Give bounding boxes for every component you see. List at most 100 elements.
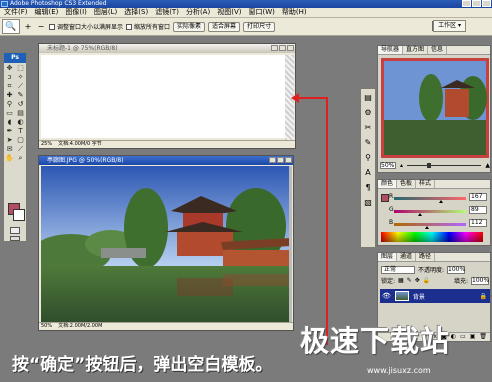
path-selection-tool-icon[interactable]: ➤: [4, 136, 15, 145]
blue-value-field[interactable]: 112: [469, 219, 487, 227]
shape-tool-icon[interactable]: ▢: [15, 136, 26, 145]
eyedropper-tool-icon[interactable]: ⟋: [15, 145, 26, 154]
blank-document-title-bar[interactable]: 未标题-1 @ 75%(RGB/8): [39, 44, 295, 53]
green-value-field[interactable]: 89: [469, 206, 487, 214]
resize-windows-checkbox[interactable]: 调整窗口大小以满屏显示: [49, 22, 123, 31]
photo-document-window[interactable]: 亭廊图.JPG @ 50%(RGB/8) 50% 文档:2.00M/2.00M: [38, 155, 294, 331]
zoom-in-small-icon[interactable]: ▲: [485, 161, 490, 170]
minimize-icon[interactable]: [271, 45, 278, 51]
paragraph-panel-icon[interactable]: ¶: [361, 182, 375, 194]
menu-analysis[interactable]: 分析(A): [186, 8, 210, 17]
fill-field[interactable]: 100%: [471, 276, 489, 285]
adjustment-layer-icon[interactable]: ◐: [451, 333, 456, 341]
print-size-button[interactable]: 打印尺寸: [243, 21, 276, 32]
pavilion-photo[interactable]: [41, 166, 291, 322]
menu-help[interactable]: 帮助(H): [282, 8, 307, 17]
brush-tool-icon[interactable]: ✎: [15, 91, 26, 100]
green-slider[interactable]: [394, 210, 466, 216]
pen-tool-icon[interactable]: ✒: [4, 127, 15, 136]
opacity-field[interactable]: 100%: [447, 265, 465, 274]
photo-vertical-scrollbar[interactable]: [289, 166, 292, 322]
move-tool-icon[interactable]: ✥: [4, 64, 15, 73]
blue-slider[interactable]: [394, 223, 466, 229]
menu-image[interactable]: 图像(I): [65, 8, 87, 17]
clone-stamp-tool-icon[interactable]: ⚲: [4, 100, 15, 109]
slice-tool-icon[interactable]: ⟋: [15, 82, 26, 91]
lock-all-icon[interactable]: 🔒: [423, 277, 430, 284]
color-fg-swatch[interactable]: [381, 194, 389, 202]
tab-channels[interactable]: 通道: [397, 253, 417, 261]
quick-mask-icon[interactable]: [10, 227, 20, 234]
new-layer-icon[interactable]: ▣: [470, 333, 476, 341]
maximize-icon[interactable]: [279, 45, 286, 51]
blank-document-window[interactable]: 未标题-1 @ 75%(RGB/8) 25% 文档:4.00M/0 字节: [38, 43, 296, 149]
menu-view[interactable]: 视图(V): [217, 8, 241, 17]
history-brush-tool-icon[interactable]: ↺: [15, 100, 26, 109]
menu-select[interactable]: 选择(S): [124, 8, 148, 17]
crop-tool-icon[interactable]: ⌗: [4, 82, 15, 91]
clone-source-panel-icon[interactable]: ⚲: [361, 152, 375, 164]
checkbox-icon[interactable]: [49, 23, 55, 30]
navigator-thumbnail[interactable]: [381, 58, 489, 158]
red-slider[interactable]: [394, 197, 466, 203]
tab-info[interactable]: 信息: [428, 46, 448, 54]
minimize-icon[interactable]: [269, 157, 276, 163]
type-tool-icon[interactable]: T: [15, 127, 26, 136]
zoom-tool-icon[interactable]: ⌕: [15, 154, 26, 163]
tab-paths[interactable]: 路径: [416, 253, 436, 261]
eye-icon[interactable]: 👁: [382, 292, 391, 300]
tab-color[interactable]: 颜色: [378, 180, 398, 188]
menu-layer[interactable]: 图层(L): [94, 8, 117, 17]
tab-styles[interactable]: 样式: [416, 180, 436, 188]
tab-swatches[interactable]: 色板: [397, 180, 417, 188]
actual-pixels-button[interactable]: 实际像素: [173, 21, 206, 32]
menu-filter[interactable]: 滤镜(T): [155, 8, 179, 17]
background-color-swatch[interactable]: [13, 209, 25, 221]
character-panel-icon[interactable]: A: [361, 167, 375, 179]
maximize-icon[interactable]: [277, 157, 284, 163]
color-spectrum-bar[interactable]: [381, 232, 483, 242]
red-value-field[interactable]: 167: [469, 193, 487, 201]
hand-tool-icon[interactable]: ✋: [4, 154, 15, 163]
navigator-zoom-slider[interactable]: [407, 163, 482, 168]
close-icon[interactable]: [285, 157, 292, 163]
actions-panel-icon[interactable]: ⚙: [361, 107, 375, 119]
zoom-in-button[interactable]: +: [23, 21, 33, 32]
lock-paint-icon[interactable]: ✎: [407, 277, 412, 284]
menu-file[interactable]: 文件(F): [4, 8, 28, 17]
navigator-zoom-value[interactable]: 50%: [380, 162, 396, 169]
zoom-all-windows-checkbox[interactable]: 缩放所有窗口: [126, 22, 170, 31]
tab-layers[interactable]: 图层: [378, 253, 398, 261]
lock-move-icon[interactable]: ✥: [415, 277, 420, 284]
tab-histogram[interactable]: 直方图: [403, 46, 429, 54]
blur-tool-icon[interactable]: ◖: [4, 118, 15, 127]
zoom-tool-preset-icon[interactable]: 🔍: [2, 19, 20, 34]
new-group-icon[interactable]: ▭: [460, 333, 466, 341]
close-icon[interactable]: [287, 45, 294, 51]
minimize-button[interactable]: [462, 0, 471, 7]
gradient-tool-icon[interactable]: ▤: [15, 109, 26, 118]
blend-mode-select[interactable]: 正常: [381, 265, 415, 274]
zoom-out-button[interactable]: −: [36, 21, 46, 32]
lock-transparency-icon[interactable]: ▦: [398, 277, 404, 284]
notes-tool-icon[interactable]: ✉: [4, 145, 15, 154]
dodge-tool-icon[interactable]: ◐: [15, 118, 26, 127]
blank-canvas[interactable]: [41, 55, 285, 138]
workspace-button[interactable]: 工作区 ▾: [433, 20, 466, 32]
fit-screen-button[interactable]: 适合屏幕: [208, 21, 241, 32]
close-button[interactable]: [482, 0, 491, 7]
layer-comps-panel-icon[interactable]: ▧: [361, 197, 375, 209]
screen-mode-icon[interactable]: [10, 236, 20, 241]
zoom-out-small-icon[interactable]: ▴: [400, 161, 403, 170]
photo-document-title-bar[interactable]: 亭廊图.JPG @ 50%(RGB/8): [39, 156, 293, 165]
menu-window[interactable]: 窗口(W): [248, 8, 274, 17]
lasso-tool-icon[interactable]: ↄ: [4, 73, 15, 82]
photo-zoom-level[interactable]: 50%: [41, 323, 52, 330]
menu-edit[interactable]: 编辑(E): [35, 8, 59, 17]
magic-wand-tool-icon[interactable]: ✧: [15, 73, 26, 82]
marquee-tool-icon[interactable]: ⬚: [15, 64, 26, 73]
healing-brush-tool-icon[interactable]: ✚: [4, 91, 15, 100]
tool-presets-panel-icon[interactable]: ✂: [361, 122, 375, 134]
brushes-panel-icon[interactable]: ✎: [361, 137, 375, 149]
blank-zoom-level[interactable]: 25%: [41, 141, 52, 148]
